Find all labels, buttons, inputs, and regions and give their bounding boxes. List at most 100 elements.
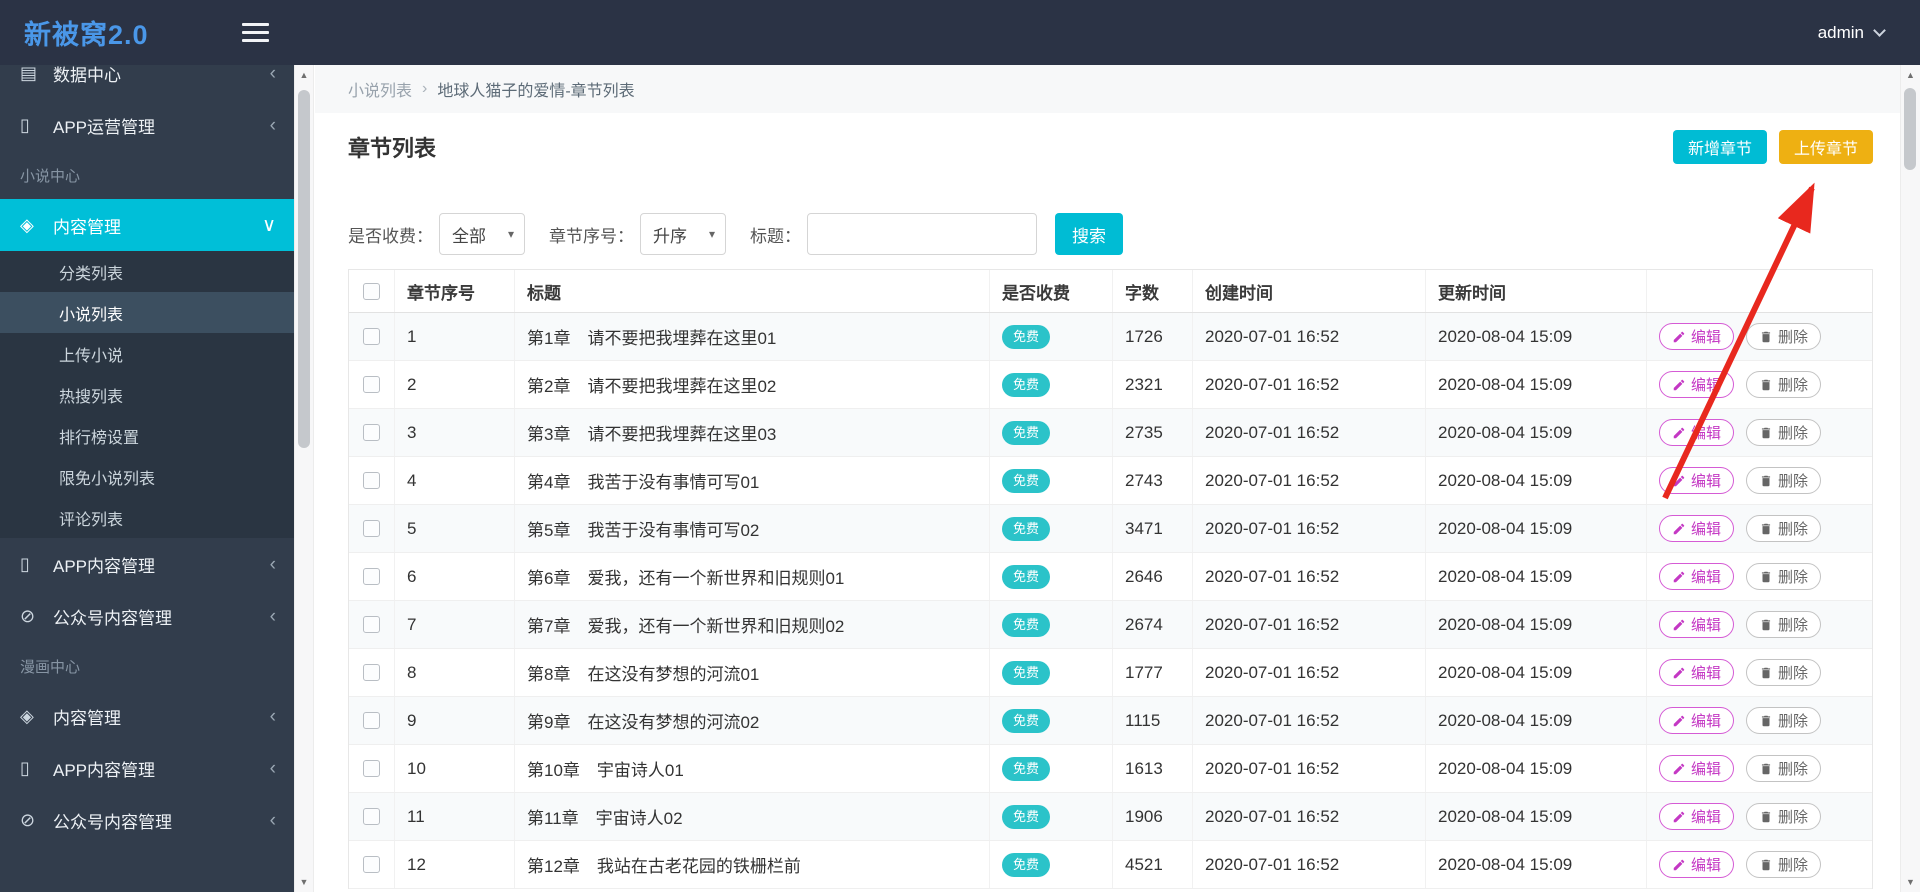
- page-scrollbar[interactable]: ▲ ▼: [1900, 65, 1920, 892]
- row-checkbox[interactable]: [363, 808, 380, 825]
- edit-button[interactable]: 编辑: [1659, 563, 1735, 590]
- delete-button[interactable]: 删除: [1746, 467, 1822, 494]
- fee-badge: 免费: [1002, 612, 1051, 637]
- fee-badge: 免费: [1002, 708, 1051, 733]
- user-menu[interactable]: admin: [1818, 0, 1886, 65]
- scroll-up-icon[interactable]: ▲: [295, 65, 313, 85]
- delete-button[interactable]: 删除: [1746, 419, 1822, 446]
- delete-button[interactable]: 删除: [1746, 611, 1822, 638]
- row-checkbox[interactable]: [363, 664, 380, 681]
- delete-button[interactable]: 删除: [1746, 803, 1822, 830]
- breadcrumb-link[interactable]: 小说列表: [348, 77, 412, 101]
- edit-button[interactable]: 编辑: [1659, 803, 1735, 830]
- edit-button-label: 编辑: [1691, 857, 1722, 874]
- sidebar-item[interactable]: 限免小说列表: [0, 456, 294, 497]
- app-logo[interactable]: 新被窝2.0: [24, 0, 149, 65]
- edit-button-label: 编辑: [1691, 329, 1722, 346]
- edit-button-label: 编辑: [1691, 569, 1722, 586]
- sidebar-scrollbar-thumb[interactable]: [298, 90, 310, 448]
- fee-badge: 免费: [1002, 516, 1051, 541]
- sidebar-item[interactable]: 小说列表: [0, 292, 294, 333]
- page-title: 章节列表: [348, 136, 437, 161]
- sidebar-item-label: 上传小说: [59, 347, 124, 365]
- chapter-seq: 7: [395, 601, 515, 648]
- breadcrumb-separator: ›: [422, 80, 428, 97]
- sidebar-item[interactable]: 排行榜设置: [0, 415, 294, 456]
- title-filter-input[interactable]: [807, 213, 1037, 255]
- sidebar-item[interactable]: ▯ APP运营管理 ‹: [0, 99, 294, 151]
- select-all-checkbox[interactable]: [363, 282, 380, 300]
- word-count: 2646: [1113, 553, 1193, 600]
- edit-button[interactable]: 编辑: [1659, 659, 1735, 686]
- sidebar-item[interactable]: 热搜列表: [0, 374, 294, 415]
- delete-button[interactable]: 删除: [1746, 371, 1822, 398]
- trash-icon: [1761, 667, 1771, 678]
- row-checkbox[interactable]: [363, 376, 380, 393]
- sidebar-item[interactable]: 漫画中心: [0, 642, 294, 690]
- table-row: 4 第4章 我苦于没有事情可写01 免费 2743 2020-07-01 16:…: [349, 457, 1872, 505]
- scroll-up-icon[interactable]: ▲: [1901, 65, 1920, 85]
- delete-button[interactable]: 删除: [1746, 515, 1822, 542]
- edit-button[interactable]: 编辑: [1659, 371, 1735, 398]
- edit-button[interactable]: 编辑: [1659, 323, 1735, 350]
- column-header-created: 创建时间: [1193, 270, 1426, 312]
- delete-button[interactable]: 删除: [1746, 563, 1822, 590]
- sidebar-item[interactable]: 小说中心: [0, 151, 294, 199]
- upload-chapter-button[interactable]: 上传章节: [1778, 130, 1873, 164]
- updated-time: 2020-08-04 15:09: [1426, 409, 1647, 456]
- updated-time: 2020-08-04 15:09: [1426, 745, 1647, 792]
- row-checkbox[interactable]: [363, 760, 380, 777]
- row-checkbox[interactable]: [363, 328, 380, 345]
- sidebar-item[interactable]: 上传小说: [0, 333, 294, 374]
- sidebar-item-label: APP运营管理: [53, 117, 156, 137]
- edit-button[interactable]: 编辑: [1659, 755, 1735, 782]
- sidebar-item[interactable]: ▯ APP内容管理 ‹: [0, 538, 294, 590]
- row-checkbox[interactable]: [363, 712, 380, 729]
- table-body: 1 第1章 请不要把我埋葬在这里01 免费 1726 2020-07-01 16…: [349, 313, 1872, 889]
- edit-button[interactable]: 编辑: [1659, 611, 1735, 638]
- edit-button[interactable]: 编辑: [1659, 419, 1735, 446]
- sidebar-item[interactable]: ▤ 数据中心 ‹: [0, 65, 294, 99]
- scroll-down-icon[interactable]: ▼: [295, 872, 313, 892]
- edit-button-label: 编辑: [1691, 809, 1722, 826]
- sidebar-item[interactable]: ▯ APP内容管理 ‹: [0, 742, 294, 794]
- row-checkbox[interactable]: [363, 568, 380, 585]
- delete-button[interactable]: 删除: [1746, 851, 1822, 878]
- delete-button[interactable]: 删除: [1746, 707, 1822, 734]
- column-header-fee: 是否收费: [990, 270, 1113, 312]
- chevron-icon: ‹: [269, 809, 276, 831]
- sidebar-item-icon: ▯: [20, 757, 30, 778]
- fee-badge: 免费: [1002, 852, 1051, 877]
- delete-button[interactable]: 删除: [1746, 659, 1822, 686]
- sidebar-scrollbar[interactable]: ▲ ▼: [294, 65, 314, 892]
- delete-button[interactable]: 删除: [1746, 323, 1822, 350]
- page-scrollbar-thumb[interactable]: [1904, 88, 1916, 170]
- chevron-icon: ‹: [269, 605, 276, 627]
- sidebar-item[interactable]: ◈ 内容管理 ∨: [0, 199, 294, 251]
- sidebar-item[interactable]: ⊘ 公众号内容管理 ‹: [0, 590, 294, 642]
- fee-badge: 免费: [1002, 324, 1051, 349]
- fee-filter-select[interactable]: 全部 ▾: [439, 213, 525, 255]
- row-checkbox[interactable]: [363, 856, 380, 873]
- edit-button-label: 编辑: [1691, 425, 1722, 442]
- sidebar-item[interactable]: ◈ 内容管理 ‹: [0, 690, 294, 742]
- edit-button[interactable]: 编辑: [1659, 467, 1735, 494]
- row-checkbox[interactable]: [363, 472, 380, 489]
- edit-button[interactable]: 编辑: [1659, 707, 1735, 734]
- order-filter-select[interactable]: 升序 ▾: [640, 213, 726, 255]
- word-count: 2743: [1113, 457, 1193, 504]
- sidebar-item[interactable]: 分类列表: [0, 251, 294, 292]
- sidebar-item[interactable]: 评论列表: [0, 497, 294, 538]
- edit-button[interactable]: 编辑: [1659, 515, 1735, 542]
- chapter-title: 第6章 爱我，还有一个新世界和旧规则01: [515, 553, 990, 600]
- row-checkbox[interactable]: [363, 616, 380, 633]
- edit-button[interactable]: 编辑: [1659, 851, 1735, 878]
- menu-toggle-icon[interactable]: [242, 23, 269, 42]
- delete-button[interactable]: 删除: [1746, 755, 1822, 782]
- scroll-down-icon[interactable]: ▼: [1901, 872, 1920, 892]
- sidebar-item[interactable]: ⊘ 公众号内容管理 ‹: [0, 794, 294, 846]
- row-checkbox[interactable]: [363, 520, 380, 537]
- search-button[interactable]: 搜索: [1055, 213, 1123, 255]
- row-checkbox[interactable]: [363, 424, 380, 441]
- add-chapter-button[interactable]: 新增章节: [1672, 130, 1767, 164]
